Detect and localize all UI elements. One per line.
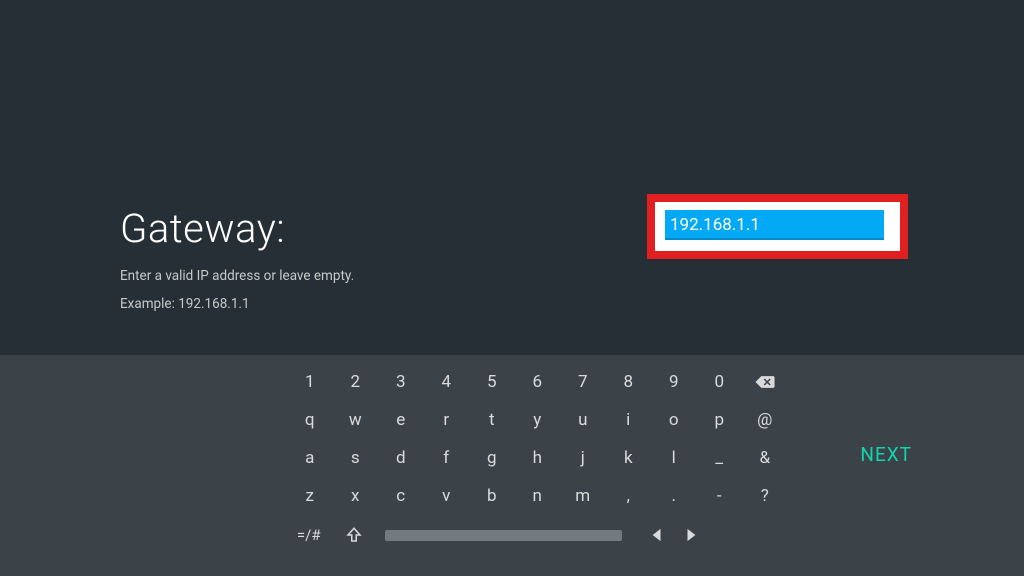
key-3[interactable]: 3	[378, 364, 424, 400]
key-7[interactable]: 7	[560, 364, 606, 400]
key-6[interactable]: 6	[515, 364, 561, 400]
key-&[interactable]: &	[742, 440, 788, 476]
key-s[interactable]: s	[333, 440, 379, 476]
key-i[interactable]: i	[606, 402, 652, 438]
hint-text-1: Enter a valid IP address or leave empty.	[120, 268, 354, 284]
key-5[interactable]: 5	[469, 364, 515, 400]
cursor-left-key[interactable]	[650, 527, 664, 543]
key-4[interactable]: 4	[424, 364, 470, 400]
onscreen-keyboard: 1234567890 qwertyuiop@ asdfghjkl_& zxcvb…	[0, 355, 1024, 576]
key-t[interactable]: t	[469, 402, 515, 438]
key-f[interactable]: f	[424, 440, 470, 476]
symbols-toggle-key[interactable]: =/#	[286, 517, 332, 553]
key-,[interactable]: ,	[606, 478, 652, 514]
key-r[interactable]: r	[424, 402, 470, 438]
key-k[interactable]: k	[606, 440, 652, 476]
key-y[interactable]: y	[515, 402, 561, 438]
key-j[interactable]: j	[560, 440, 606, 476]
key-c[interactable]: c	[378, 478, 424, 514]
key-v[interactable]: v	[424, 478, 470, 514]
cursor-right-key[interactable]	[684, 527, 698, 543]
next-button[interactable]: NEXT	[860, 443, 912, 466]
key-a[interactable]: a	[287, 440, 333, 476]
page-title: Gateway:	[120, 205, 285, 252]
key-u[interactable]: u	[560, 402, 606, 438]
key--[interactable]: -	[697, 478, 743, 514]
key-?[interactable]: ?	[742, 478, 788, 514]
key-d[interactable]: d	[378, 440, 424, 476]
key-@[interactable]: @	[742, 402, 788, 438]
key-_[interactable]: _	[697, 440, 743, 476]
shift-key[interactable]	[332, 517, 378, 553]
input-highlight-frame: 192.168.1.1	[647, 194, 908, 259]
key-w[interactable]: w	[333, 402, 379, 438]
key-e[interactable]: e	[378, 402, 424, 438]
key-g[interactable]: g	[469, 440, 515, 476]
input-field-container: 192.168.1.1	[655, 202, 900, 251]
key-0[interactable]: 0	[697, 364, 743, 400]
key-h[interactable]: h	[515, 440, 561, 476]
key-z[interactable]: z	[287, 478, 333, 514]
key-.[interactable]: .	[651, 478, 697, 514]
key-8[interactable]: 8	[606, 364, 652, 400]
key-o[interactable]: o	[651, 402, 697, 438]
key-n[interactable]: n	[515, 478, 561, 514]
key-q[interactable]: q	[287, 402, 333, 438]
key-1[interactable]: 1	[287, 364, 333, 400]
gateway-input[interactable]: 192.168.1.1	[665, 210, 884, 240]
key-p[interactable]: p	[697, 402, 743, 438]
key-l[interactable]: l	[651, 440, 697, 476]
backspace-key[interactable]	[742, 364, 788, 400]
key-2[interactable]: 2	[333, 364, 379, 400]
key-b[interactable]: b	[469, 478, 515, 514]
key-9[interactable]: 9	[651, 364, 697, 400]
space-key[interactable]	[385, 530, 622, 541]
hint-text-2: Example: 192.168.1.1	[120, 296, 250, 312]
key-m[interactable]: m	[560, 478, 606, 514]
key-x[interactable]: x	[333, 478, 379, 514]
